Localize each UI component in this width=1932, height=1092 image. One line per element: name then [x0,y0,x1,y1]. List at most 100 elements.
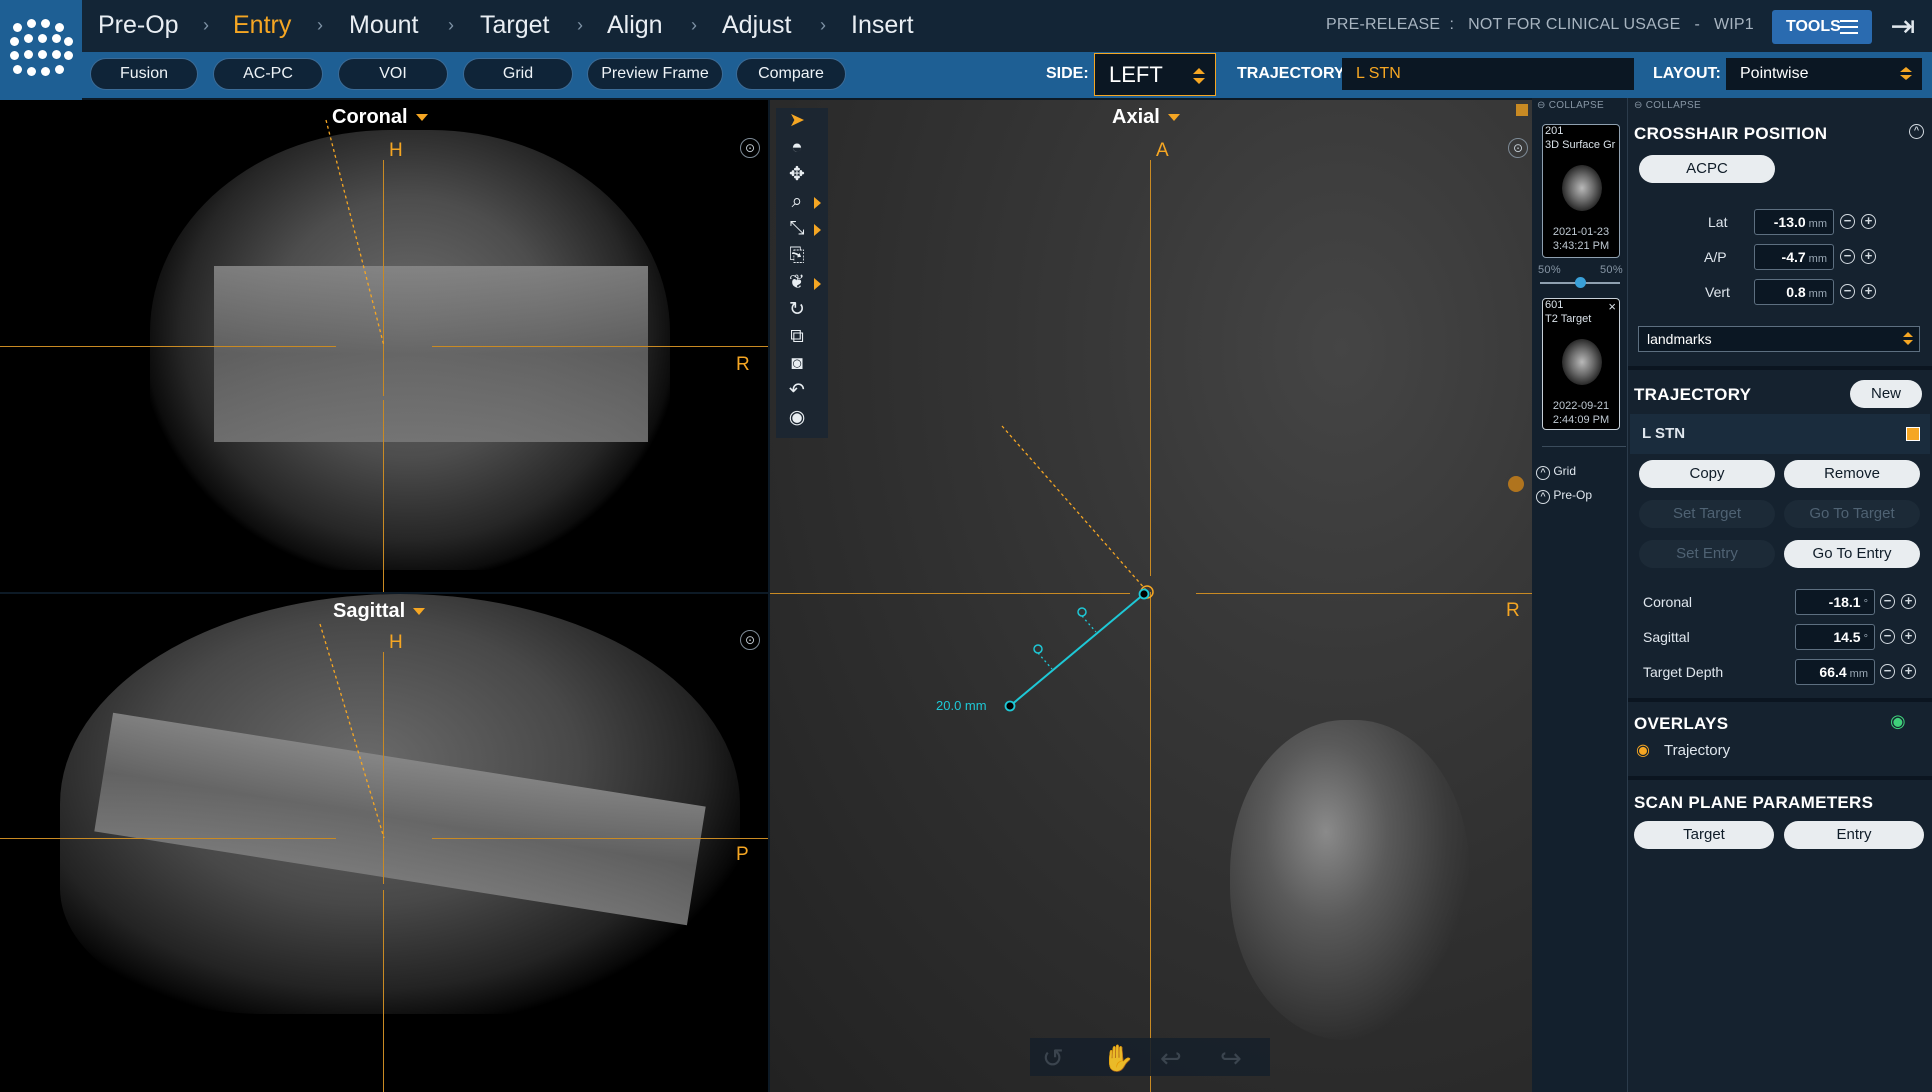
vert-input[interactable]: 0.8 mm [1754,279,1834,305]
set-target-button[interactable]: Set Target [1639,500,1775,528]
lat-input[interactable]: -13.0 mm [1754,209,1834,235]
coronal-viewport[interactable]: Coronal H R ⊙ [0,100,768,592]
reset-view-icon[interactable]: ⊙ [740,630,760,650]
series-thumbnail[interactable]: 601 × T2 Target 2022-09-21 2:44:09 PM [1542,298,1620,430]
blend-left-label: 50% [1538,264,1561,276]
target-depth-input[interactable]: 66.4 mm [1795,659,1875,685]
step-mount[interactable]: Mount [349,11,418,40]
coronal-angle-input[interactable]: -18.1 ° [1795,589,1875,615]
pre-op-toggle[interactable]: ^ Pre-Op [1536,488,1592,504]
go-to-target-button[interactable]: Go To Target [1784,500,1920,528]
eye-icon[interactable]: ◉ [784,407,810,429]
collapse-section-icon[interactable]: ^ [1909,124,1924,139]
chevron-up-icon: ^ [1536,490,1550,504]
step-entry[interactable]: Entry [233,11,291,40]
reset-view-icon[interactable]: ⊙ [1508,138,1528,158]
axial-viewport[interactable]: Axial A R 20.0 mm ⊙ [770,100,1532,1092]
sagittal-angle-label: Sagittal [1643,629,1690,645]
eye-icon[interactable]: ◉ [1636,740,1650,760]
brain-icon[interactable]: ❦ [784,272,810,294]
plus-icon[interactable]: + [1901,594,1916,609]
up-arrow-icon [1900,67,1912,72]
scan-target-button[interactable]: Target [1634,821,1774,849]
reset-view-icon[interactable]: ⊙ [740,138,760,158]
submenu-arrow-icon[interactable] [814,278,821,290]
panel-collapse[interactable]: ⊖ COLLAPSE [1634,100,1701,111]
remove-button[interactable]: Remove [1784,460,1920,488]
minus-icon[interactable]: − [1840,284,1855,299]
submenu-arrow-icon[interactable] [814,197,821,209]
voi-button[interactable]: VOI [338,58,448,90]
exit-icon[interactable]: ⇥ [1886,10,1920,44]
minus-icon[interactable]: − [1880,594,1895,609]
plus-icon[interactable]: + [1861,214,1876,229]
acpc-panel-button[interactable]: ACPC [1639,155,1775,183]
expand-icon[interactable] [1516,104,1528,116]
trajectory-color-swatch[interactable] [1906,427,1920,441]
axial-overlays [1001,425,1524,712]
plus-icon[interactable]: + [1901,664,1916,679]
tool-palette: ➤ ◓ ✥ ⌕ ⤡ ⎘ ❦ ↻ ⧉ ◙ ↶ ◉ [776,108,828,438]
camera-icon[interactable]: ◙ [784,353,810,375]
plus-icon[interactable]: + [1861,249,1876,264]
acpc-button[interactable]: AC-PC [213,58,323,90]
sagittal-viewport[interactable]: Sagittal H P ⊙ [0,594,768,1092]
measure-icon[interactable]: ⤡ [784,218,810,240]
step-align[interactable]: Align [607,11,663,40]
series-date: 2021-01-23 3:43:21 PM [1552,226,1610,252]
scan-entry-button[interactable]: Entry [1784,821,1924,849]
brain-thumbnail [1562,339,1602,385]
rotate-icon[interactable]: ↻ [784,299,810,321]
series-thumbnail[interactable]: 201 3D Surface Gr 2021-01-23 3:43:21 PM [1542,124,1620,258]
pointer-icon[interactable]: ➤ [784,110,810,132]
vert-label: Vert [1705,284,1730,300]
step-target[interactable]: Target [480,11,549,40]
step-chevron: › [691,15,697,35]
layout-select[interactable]: Pointwise [1726,58,1922,90]
preview-frame-button[interactable]: Preview Frame [587,58,723,90]
hand-icon[interactable]: ✋ [1102,1043,1134,1074]
copy-view-icon[interactable]: ⧉ [784,326,810,348]
tools-button[interactable]: TOOLS [1772,10,1872,44]
lat-label: Lat [1708,214,1728,230]
zoom-icon[interactable]: ⌕ [784,191,810,213]
landmarks-select[interactable]: landmarks [1638,326,1920,352]
overlay-trajectory-label: Trajectory [1664,742,1731,759]
side-select[interactable]: LEFT [1094,53,1216,96]
compare-button[interactable]: Compare [736,58,846,90]
blend-slider-handle[interactable] [1575,277,1586,288]
minus-icon[interactable]: − [1840,249,1855,264]
step-insert[interactable]: Insert [851,11,914,40]
sagittal-angle-input[interactable]: 14.5 ° [1795,624,1875,650]
grid-button[interactable]: Grid [463,58,573,90]
close-icon[interactable]: × [1608,299,1616,314]
redo-icon[interactable]: ↪ [1220,1043,1242,1074]
minus-icon[interactable]: − [1840,214,1855,229]
minus-icon[interactable]: − [1880,629,1895,644]
grid-toggle[interactable]: ^ Grid [1536,464,1576,480]
app-logo[interactable] [0,0,82,104]
set-entry-button[interactable]: Set Entry [1639,540,1775,568]
step-pre-op[interactable]: Pre-Op [98,11,179,40]
plus-icon[interactable]: + [1901,629,1916,644]
new-trajectory-button[interactable]: New [1850,380,1922,408]
fusion-button[interactable]: Fusion [90,58,198,90]
trajectory-title: TRAJECTORY [1634,385,1752,404]
window-level-icon[interactable]: ◓ [784,137,810,159]
ap-input[interactable]: -4.7 mm [1754,244,1834,270]
trajectory-field[interactable]: L STN [1342,58,1634,90]
undo-icon[interactable]: ↩ [1160,1043,1182,1074]
reset-rotation-icon[interactable]: ↺ [1042,1043,1064,1074]
plus-icon[interactable]: + [1861,284,1876,299]
submenu-arrow-icon[interactable] [814,224,821,236]
pan-icon[interactable]: ✥ [784,164,810,186]
go-to-entry-button[interactable]: Go To Entry [1784,540,1920,568]
reset-add-icon[interactable]: ↶ [784,380,810,402]
brain-thumbnail [1562,165,1602,211]
series-collapse[interactable]: ⊖ COLLAPSE [1537,100,1604,111]
copy-button[interactable]: Copy [1639,460,1775,488]
eye-icon[interactable]: ◉ [1890,711,1906,732]
step-adjust[interactable]: Adjust [722,11,791,40]
slice-icon[interactable]: ⎘ [784,245,810,267]
minus-icon[interactable]: − [1880,664,1895,679]
